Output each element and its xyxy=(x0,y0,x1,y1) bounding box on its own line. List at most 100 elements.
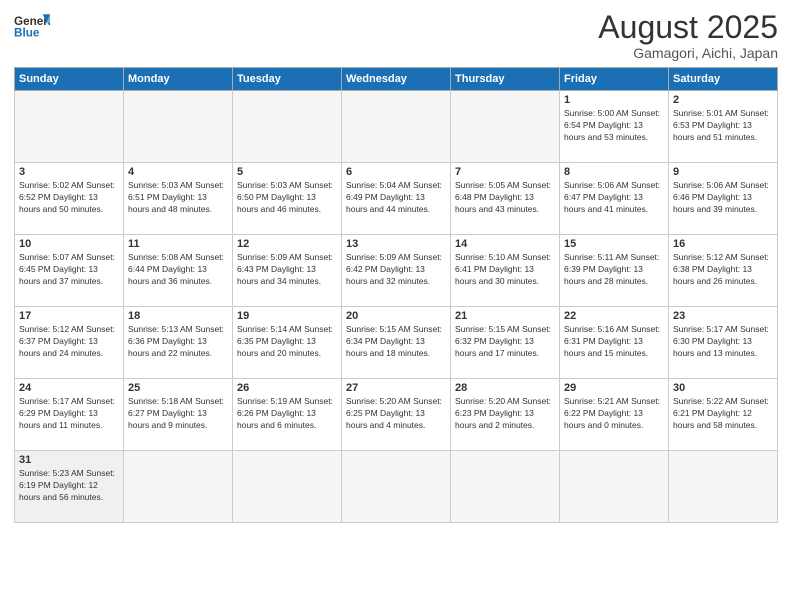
calendar-cell xyxy=(124,451,233,523)
calendar-cell: 30 Sunrise: 5:22 AM Sunset: 6:21 PM Dayli… xyxy=(669,379,778,451)
header: General Blue August 2025 Gamagori, Aichi… xyxy=(14,10,778,61)
day-info: Sunrise: 5:06 AM Sunset: 6:47 PM Dayligh… xyxy=(564,180,664,216)
day-number: 7 xyxy=(455,166,555,178)
day-number: 16 xyxy=(673,238,773,250)
calendar-cell: 6Sunrise: 5:04 AM Sunset: 6:49 PM Daylig… xyxy=(342,163,451,235)
day-info: Sunrise: 5:09 AM Sunset: 6:42 PM Dayligh… xyxy=(346,252,446,288)
calendar-cell: 10 Sunrise: 5:07 AM Sunset: 6:45 PM Dayli… xyxy=(15,235,124,307)
day-number: 12 xyxy=(237,238,337,250)
day-info: Sunrise: 5:12 AM Sunset: 6:38 PM Dayligh… xyxy=(673,252,773,288)
day-info: Sunrise: 5:20 AM Sunset: 6:25 PM Dayligh… xyxy=(346,396,446,432)
day-number: 2 xyxy=(673,94,773,106)
calendar-cell xyxy=(451,451,560,523)
day-number: 29 xyxy=(564,382,664,394)
day-info: Sunrise: 5:01 AM Sunset: 6:53 PM Dayligh… xyxy=(673,108,773,144)
calendar-cell: 4Sunrise: 5:03 AM Sunset: 6:51 PM Daylig… xyxy=(124,163,233,235)
month-title: August 2025 xyxy=(598,10,778,45)
calendar-cell: 16 Sunrise: 5:12 AM Sunset: 6:38 PM Dayli… xyxy=(669,235,778,307)
day-info: Sunrise: 5:13 AM Sunset: 6:36 PM Dayligh… xyxy=(128,324,228,360)
day-info: Sunrise: 5:15 AM Sunset: 6:34 PM Dayligh… xyxy=(346,324,446,360)
day-number: 5 xyxy=(237,166,337,178)
header-monday: Monday xyxy=(124,68,233,91)
calendar-cell xyxy=(233,451,342,523)
day-number: 8 xyxy=(564,166,664,178)
calendar-cell: 15Sunrise: 5:11 AM Sunset: 6:39 PM Dayli… xyxy=(560,235,669,307)
calendar-week-row: 10 Sunrise: 5:07 AM Sunset: 6:45 PM Dayli… xyxy=(15,235,778,307)
day-info: Sunrise: 5:06 AM Sunset: 6:46 PM Dayligh… xyxy=(673,180,773,216)
day-number: 13 xyxy=(346,238,446,250)
day-info: Sunrise: 5:23 AM Sunset: 6:19 PM Dayligh… xyxy=(19,468,119,504)
day-info: Sunrise: 5:02 AM Sunset: 6:52 PM Dayligh… xyxy=(19,180,119,216)
day-info: Sunrise: 5:03 AM Sunset: 6:50 PM Dayligh… xyxy=(237,180,337,216)
day-info: Sunrise: 5:16 AM Sunset: 6:31 PM Dayligh… xyxy=(564,324,664,360)
day-number: 10 xyxy=(19,238,119,250)
logo: General Blue xyxy=(14,10,50,40)
header-wednesday: Wednesday xyxy=(342,68,451,91)
calendar-cell: 3Sunrise: 5:02 AM Sunset: 6:52 PM Daylig… xyxy=(15,163,124,235)
day-number: 15 xyxy=(564,238,664,250)
day-info: Sunrise: 5:10 AM Sunset: 6:41 PM Dayligh… xyxy=(455,252,555,288)
day-info: Sunrise: 5:14 AM Sunset: 6:35 PM Dayligh… xyxy=(237,324,337,360)
calendar-cell: 23 Sunrise: 5:17 AM Sunset: 6:30 PM Dayli… xyxy=(669,307,778,379)
day-number: 22 xyxy=(564,310,664,322)
day-number: 30 xyxy=(673,382,773,394)
day-info: Sunrise: 5:17 AM Sunset: 6:29 PM Dayligh… xyxy=(19,396,119,432)
day-number: 24 xyxy=(19,382,119,394)
calendar-cell: 13 Sunrise: 5:09 AM Sunset: 6:42 PM Dayli… xyxy=(342,235,451,307)
day-info: Sunrise: 5:07 AM Sunset: 6:45 PM Dayligh… xyxy=(19,252,119,288)
day-info: Sunrise: 5:22 AM Sunset: 6:21 PM Dayligh… xyxy=(673,396,773,432)
day-number: 23 xyxy=(673,310,773,322)
day-number: 27 xyxy=(346,382,446,394)
calendar-cell: 17 Sunrise: 5:12 AM Sunset: 6:37 PM Dayli… xyxy=(15,307,124,379)
svg-text:Blue: Blue xyxy=(14,27,40,40)
calendar-cell: 2 Sunrise: 5:01 AM Sunset: 6:53 PM Daylig… xyxy=(669,91,778,163)
calendar-cell xyxy=(669,451,778,523)
calendar-cell: 11Sunrise: 5:08 AM Sunset: 6:44 PM Dayli… xyxy=(124,235,233,307)
calendar-cell xyxy=(560,451,669,523)
location-title: Gamagori, Aichi, Japan xyxy=(598,45,778,61)
calendar-cell: 14 Sunrise: 5:10 AM Sunset: 6:41 PM Dayli… xyxy=(451,235,560,307)
calendar-cell: 31 Sunrise: 5:23 AM Sunset: 6:19 PM Dayli… xyxy=(15,451,124,523)
calendar-cell: 9 Sunrise: 5:06 AM Sunset: 6:46 PM Daylig… xyxy=(669,163,778,235)
calendar-cell: 24 Sunrise: 5:17 AM Sunset: 6:29 PM Dayli… xyxy=(15,379,124,451)
day-number: 9 xyxy=(673,166,773,178)
calendar-cell: 21 Sunrise: 5:15 AM Sunset: 6:32 PM Dayli… xyxy=(451,307,560,379)
calendar-cell xyxy=(233,91,342,163)
calendar-week-row: 31 Sunrise: 5:23 AM Sunset: 6:19 PM Dayli… xyxy=(15,451,778,523)
calendar-cell: 8 Sunrise: 5:06 AM Sunset: 6:47 PM Daylig… xyxy=(560,163,669,235)
day-info: Sunrise: 5:00 AM Sunset: 6:54 PM Dayligh… xyxy=(564,108,664,144)
day-info: Sunrise: 5:03 AM Sunset: 6:51 PM Dayligh… xyxy=(128,180,228,216)
calendar-cell: 19 Sunrise: 5:14 AM Sunset: 6:35 PM Dayli… xyxy=(233,307,342,379)
header-saturday: Saturday xyxy=(669,68,778,91)
title-block: August 2025 Gamagori, Aichi, Japan xyxy=(598,10,778,61)
day-number: 19 xyxy=(237,310,337,322)
calendar-week-row: 1Sunrise: 5:00 AM Sunset: 6:54 PM Daylig… xyxy=(15,91,778,163)
calendar-cell xyxy=(15,91,124,163)
calendar-cell xyxy=(451,91,560,163)
day-number: 21 xyxy=(455,310,555,322)
calendar-table: Sunday Monday Tuesday Wednesday Thursday… xyxy=(14,67,778,523)
day-info: Sunrise: 5:08 AM Sunset: 6:44 PM Dayligh… xyxy=(128,252,228,288)
day-info: Sunrise: 5:15 AM Sunset: 6:32 PM Dayligh… xyxy=(455,324,555,360)
calendar-cell: 29Sunrise: 5:21 AM Sunset: 6:22 PM Dayli… xyxy=(560,379,669,451)
day-number: 20 xyxy=(346,310,446,322)
calendar-header-row: Sunday Monday Tuesday Wednesday Thursday… xyxy=(15,68,778,91)
day-info: Sunrise: 5:20 AM Sunset: 6:23 PM Dayligh… xyxy=(455,396,555,432)
header-tuesday: Tuesday xyxy=(233,68,342,91)
day-number: 17 xyxy=(19,310,119,322)
day-info: Sunrise: 5:19 AM Sunset: 6:26 PM Dayligh… xyxy=(237,396,337,432)
calendar-week-row: 24 Sunrise: 5:17 AM Sunset: 6:29 PM Dayli… xyxy=(15,379,778,451)
day-info: Sunrise: 5:12 AM Sunset: 6:37 PM Dayligh… xyxy=(19,324,119,360)
day-number: 31 xyxy=(19,454,119,466)
day-number: 6 xyxy=(346,166,446,178)
day-info: Sunrise: 5:17 AM Sunset: 6:30 PM Dayligh… xyxy=(673,324,773,360)
calendar-cell: 5 Sunrise: 5:03 AM Sunset: 6:50 PM Daylig… xyxy=(233,163,342,235)
day-number: 14 xyxy=(455,238,555,250)
calendar-cell: 7Sunrise: 5:05 AM Sunset: 6:48 PM Daylig… xyxy=(451,163,560,235)
calendar-cell: 27 Sunrise: 5:20 AM Sunset: 6:25 PM Dayli… xyxy=(342,379,451,451)
day-number: 28 xyxy=(455,382,555,394)
calendar-cell xyxy=(342,91,451,163)
calendar-cell: 1Sunrise: 5:00 AM Sunset: 6:54 PM Daylig… xyxy=(560,91,669,163)
calendar-cell: 20 Sunrise: 5:15 AM Sunset: 6:34 PM Dayli… xyxy=(342,307,451,379)
header-sunday: Sunday xyxy=(15,68,124,91)
